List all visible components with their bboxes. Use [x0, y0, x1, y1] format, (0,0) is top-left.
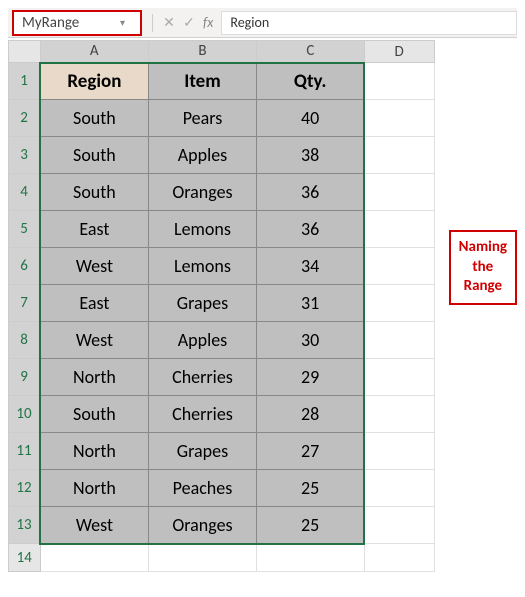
row-header[interactable]: 6	[9, 248, 41, 285]
cell[interactable]: 25	[257, 470, 364, 507]
row-header[interactable]: 2	[9, 100, 41, 137]
cell[interactable]: 28	[257, 396, 364, 433]
callout-line: Naming	[459, 238, 507, 256]
chevron-down-icon[interactable]: ▾	[120, 16, 132, 29]
cell[interactable]: East	[40, 285, 148, 322]
cell[interactable]	[364, 322, 434, 359]
row-header[interactable]: 7	[9, 285, 41, 322]
cell[interactable]: Region	[40, 63, 148, 100]
cell[interactable]: 30	[257, 322, 364, 359]
separator	[152, 14, 153, 32]
cell[interactable]: West	[40, 322, 148, 359]
cell[interactable]	[148, 544, 256, 572]
cell[interactable]: Cherries	[148, 359, 256, 396]
name-box-value: MyRange	[22, 14, 79, 32]
formula-value: Region	[230, 14, 269, 31]
enter-icon[interactable]: ✓	[179, 14, 199, 31]
cell[interactable]	[364, 470, 434, 507]
cell[interactable]	[364, 359, 434, 396]
cell[interactable]	[364, 100, 434, 137]
callout-annotation: Naming the Range	[449, 230, 517, 305]
cell[interactable]	[364, 396, 434, 433]
cell[interactable]: Cherries	[148, 396, 256, 433]
row-header[interactable]: 14	[9, 544, 41, 572]
cell[interactable]: 31	[257, 285, 364, 322]
cell[interactable]: North	[40, 433, 148, 470]
row-header[interactable]: 8	[9, 322, 41, 359]
row-header[interactable]: 11	[9, 433, 41, 470]
cell[interactable]: East	[40, 211, 148, 248]
fx-icon[interactable]: fx	[203, 14, 213, 31]
cell[interactable]	[257, 544, 364, 572]
col-header-d[interactable]: D	[364, 41, 434, 63]
row-header[interactable]: 13	[9, 507, 41, 544]
row-header[interactable]: 12	[9, 470, 41, 507]
cell[interactable]: 27	[257, 433, 364, 470]
row-header[interactable]: 3	[9, 137, 41, 174]
callout-line: the	[472, 258, 493, 276]
formula-bar: MyRange ▾ ✕ ✓ fx Region	[8, 8, 517, 38]
spreadsheet-grid[interactable]: A B C D 1 Region Item Qty. 2 South Pears…	[8, 40, 435, 572]
row-header[interactable]: 5	[9, 211, 41, 248]
cell[interactable]: Grapes	[148, 433, 256, 470]
cell[interactable]: South	[40, 137, 148, 174]
cell[interactable]	[364, 285, 434, 322]
cell[interactable]: Apples	[148, 137, 256, 174]
row-header[interactable]: 10	[9, 396, 41, 433]
cell[interactable]	[364, 433, 434, 470]
cell[interactable]: Apples	[148, 322, 256, 359]
cell[interactable]: South	[40, 174, 148, 211]
cell[interactable]: Oranges	[148, 507, 256, 544]
cell[interactable]: Grapes	[148, 285, 256, 322]
cell[interactable]: Lemons	[148, 248, 256, 285]
cell[interactable]	[40, 544, 148, 572]
cell[interactable]	[364, 174, 434, 211]
cell[interactable]: 36	[257, 174, 364, 211]
cell[interactable]: West	[40, 248, 148, 285]
cell[interactable]: Pears	[148, 100, 256, 137]
cell[interactable]: 34	[257, 248, 364, 285]
cell[interactable]: 40	[257, 100, 364, 137]
select-all-corner[interactable]	[9, 41, 41, 63]
cell[interactable]	[364, 211, 434, 248]
col-header-b[interactable]: B	[148, 41, 256, 63]
cell[interactable]: 29	[257, 359, 364, 396]
cell[interactable]	[364, 507, 434, 544]
col-header-c[interactable]: C	[257, 41, 364, 63]
name-box[interactable]: MyRange ▾	[12, 10, 142, 36]
cell[interactable]: 38	[257, 137, 364, 174]
cell[interactable]: Qty.	[257, 63, 364, 100]
cell[interactable]: West	[40, 507, 148, 544]
cell[interactable]: 25	[257, 507, 364, 544]
cell[interactable]	[364, 63, 434, 100]
callout-line: Range	[464, 277, 502, 295]
cell[interactable]: 36	[257, 211, 364, 248]
row-header[interactable]: 9	[9, 359, 41, 396]
cell[interactable]: North	[40, 470, 148, 507]
cell[interactable]: North	[40, 359, 148, 396]
cell[interactable]: South	[40, 100, 148, 137]
cell[interactable]: South	[40, 396, 148, 433]
col-header-a[interactable]: A	[40, 41, 148, 63]
row-header[interactable]: 4	[9, 174, 41, 211]
cancel-icon[interactable]: ✕	[159, 14, 179, 31]
formula-input[interactable]: Region	[221, 11, 517, 35]
cell[interactable]: Item	[148, 63, 256, 100]
cell[interactable]	[364, 248, 434, 285]
cell[interactable]: Lemons	[148, 211, 256, 248]
cell[interactable]	[364, 137, 434, 174]
cell[interactable]: Peaches	[148, 470, 256, 507]
cell[interactable]	[364, 544, 434, 572]
row-header[interactable]: 1	[9, 63, 41, 100]
cell[interactable]: Oranges	[148, 174, 256, 211]
